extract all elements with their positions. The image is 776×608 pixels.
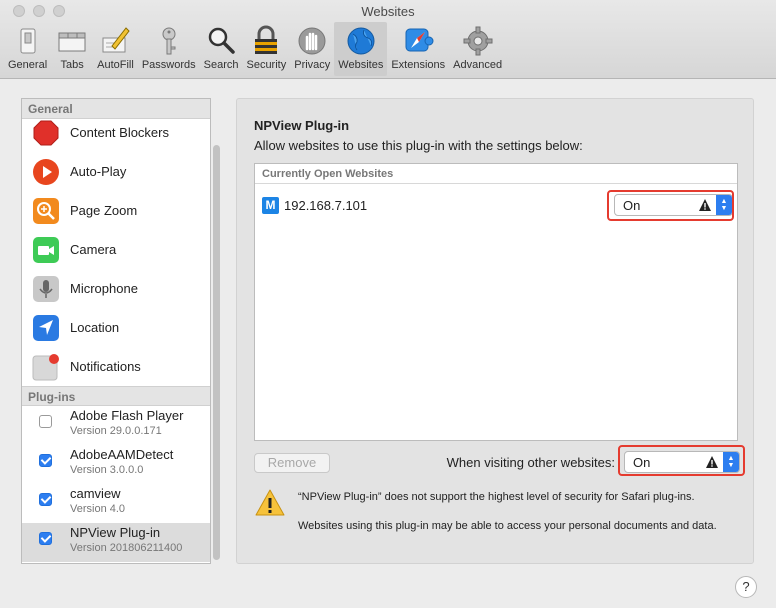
sidebar-item-camera[interactable]: Camera [22,230,210,269]
toolbar-search[interactable]: Search [200,22,243,76]
toolbar-label: Security [246,59,287,71]
warning-detail: Websites using this plug-in may be able … [298,520,717,532]
toolbar-label: Advanced [453,59,503,71]
sidebar-item-label: Content Blockers [70,125,169,140]
notification-badge-icon [32,353,59,380]
sidebar-item-microphone[interactable]: Microphone [22,269,210,308]
websites-sidebar: General Content Blockers Auto-Play Page … [21,98,211,564]
sidebar-item-location[interactable]: Location [22,308,210,347]
sidebar-item-label: Notifications [70,359,141,374]
highlight-box-site-setting [607,190,734,221]
plugin-enable-checkbox[interactable] [39,532,52,545]
plugin-item-adobeaamdetect[interactable]: AdobeAAMDetect Version 3.0.0.0 [22,445,210,484]
toolbar-websites[interactable]: Websites [334,22,388,76]
padlock-icon [255,25,278,54]
title-bar: Websites General Tabs AutoFill Passwords… [0,0,776,79]
toolbar-security[interactable]: Security [242,22,290,76]
plugin-settings-panel: NPView Plug-in Allow websites to use thi… [236,98,754,564]
safari-preferences-window: Websites General Tabs AutoFill Passwords… [0,0,776,608]
toolbar-label: General [8,59,48,71]
plugin-version: Version 3.0.0.0 [70,464,144,476]
table-header: Currently Open Websites [255,164,737,184]
plugin-name: camview [70,486,121,501]
plugin-item-npview-plug-in[interactable]: NPView Plug-in Version 201806211400 [22,523,210,562]
plugin-enable-checkbox[interactable] [39,493,52,506]
plugin-item-adobe-flash-player[interactable]: Adobe Flash Player Version 29.0.0.171 [22,406,210,445]
toolbar-passwords[interactable]: Passwords [138,22,200,76]
remove-button[interactable]: Remove [254,453,330,473]
site-favicon-icon: M [262,196,279,214]
toolbar-label: Websites [338,59,384,71]
plugin-description: Allow websites to use this plug-in with … [254,138,583,153]
magnifier-icon [208,27,235,54]
toolbar-label: Search [203,59,239,71]
toolbar-general[interactable]: General [4,22,51,76]
toolbar-label: AutoFill [97,59,134,71]
sidebar-item-page-zoom[interactable]: Page Zoom [22,191,210,230]
plugin-enable-checkbox[interactable] [39,454,52,467]
preferences-toolbar: General Tabs AutoFill Passwords Search S… [4,22,506,76]
toolbar-label: Extensions [391,59,446,71]
play-icon [33,158,59,185]
sidebar-item-label: Camera [70,242,117,257]
plugin-version: Version 201806211400 [70,542,183,554]
site-name: 192.168.7.101 [284,197,368,213]
microphone-icon [33,275,59,302]
plugin-version: Version 4.0 [70,503,126,515]
sidebar-item-content-blockers[interactable]: Content Blockers [22,113,210,152]
zoom-icon [33,197,59,224]
scrollbar-thumb[interactable] [213,145,220,560]
key-icon [162,27,176,55]
hand-icon [298,27,326,55]
stop-sign-icon [33,120,59,145]
plugin-name: AdobeAAMDetect [70,447,174,462]
plugin-name: Adobe Flash Player [70,408,184,423]
sidebar-scrollbar[interactable] [213,145,221,560]
toolbar-label: Passwords [141,59,196,71]
sidebar-item-label: Location [70,320,120,335]
tabs-icon [58,32,86,52]
camera-icon [33,236,59,263]
toolbar-tabs[interactable]: Tabs [51,22,93,76]
plugin-title: NPView Plug-in [254,118,350,133]
pencil-form-icon [102,27,131,53]
sidebar-item-label: Microphone [70,281,138,296]
plugin-item-camview[interactable]: camview Version 4.0 [22,484,210,523]
gear-icon [463,26,493,56]
sidebar-item-auto-play[interactable]: Auto-Play [22,152,210,191]
sidebar-item-label: Auto-Play [70,164,127,179]
window-title: Websites [361,4,415,19]
toolbar-autofill[interactable]: AutoFill [93,22,138,76]
plugin-name: NPView Plug-in [70,525,161,540]
location-arrow-icon [33,314,59,341]
security-warning-icon [255,489,285,516]
sidebar-item-label: Page Zoom [70,203,138,218]
warning-message: “NPView Plug-in” does not support the hi… [298,491,695,503]
toolbar-label: Tabs [60,59,84,71]
puzzle-compass-icon [405,28,434,52]
plugins-section-header: Plug-ins [22,386,210,406]
other-websites-label: When visiting other websites: [446,455,615,470]
plugin-enable-checkbox[interactable] [39,415,52,428]
toolbar-advanced[interactable]: Advanced [449,22,506,76]
plugin-version: Version 29.0.0.171 [70,425,162,437]
globe-icon [347,27,375,55]
toolbar-privacy[interactable]: Privacy [290,22,334,76]
toolbar-extensions[interactable]: Extensions [387,22,449,76]
help-button[interactable]: ? [735,576,757,598]
toolbar-label: Privacy [294,59,331,71]
highlight-box-other-setting [618,445,745,476]
sidebar-item-notifications[interactable]: Notifications [22,347,210,386]
switch-icon [20,28,36,54]
